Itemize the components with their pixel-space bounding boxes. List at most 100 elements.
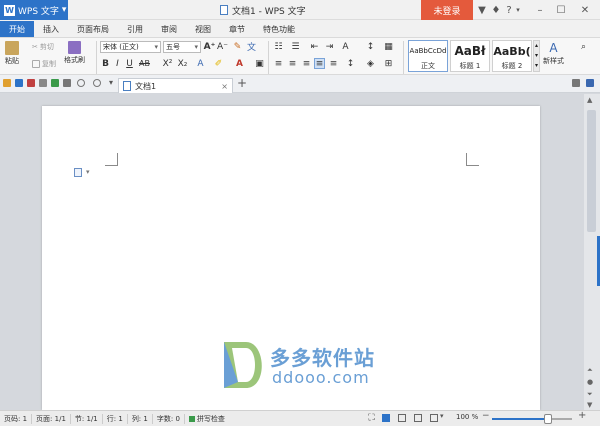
zoom-slider[interactable] [492, 414, 572, 424]
spellcheck-icon[interactable] [63, 79, 71, 87]
cut-button[interactable]: ✂ 剪切 [32, 42, 54, 52]
superscript-icon[interactable]: X² [162, 58, 173, 69]
zoom-out-icon[interactable]: − [482, 411, 490, 421]
shrink-font-icon[interactable]: A⁻ [217, 41, 228, 52]
status-pages[interactable]: 页面: 1/1 [32, 413, 71, 424]
reading-view-icon[interactable] [414, 414, 422, 422]
tab-insert[interactable]: 插入 [34, 21, 68, 37]
tab-home[interactable]: 开始 [0, 21, 34, 37]
tab-sections[interactable]: 章节 [220, 21, 254, 37]
justify-icon[interactable]: ≡ [314, 58, 325, 69]
increase-indent-icon[interactable]: ⇥ [324, 41, 335, 52]
style-heading-2[interactable]: AaBb( 标题 2 [492, 40, 532, 72]
align-center-icon[interactable]: ≡ [287, 58, 298, 69]
tab-features[interactable]: 特色功能 [254, 21, 304, 37]
save-icon[interactable] [15, 79, 23, 87]
open-icon[interactable] [3, 79, 11, 87]
show-marks-icon[interactable]: ▦ [383, 41, 394, 52]
shading-icon[interactable]: ◈ [365, 58, 376, 69]
underline-icon[interactable]: U [124, 58, 135, 69]
pdf-icon[interactable] [27, 79, 35, 87]
line-spacing-icon[interactable]: ↕ [345, 58, 356, 69]
paragraph-tag-chevron-icon[interactable]: ▾ [86, 168, 90, 176]
scroll-up-icon[interactable]: ▲ [587, 96, 592, 104]
scroll-down-icon[interactable]: ▼ [587, 401, 592, 409]
format-painter-label: 格式刷 [64, 56, 85, 64]
ribbon-collapse-icon[interactable] [572, 79, 580, 87]
char-border-icon[interactable]: ▣ [254, 58, 265, 69]
highlight-icon[interactable]: ✐ [213, 58, 224, 69]
style-heading-1[interactable]: AaBł 标题 1 [450, 40, 490, 72]
zoom-slider-knob[interactable] [544, 414, 552, 424]
tab-view[interactable]: 视图 [186, 21, 220, 37]
zoom-level[interactable]: 100 % [456, 413, 478, 421]
text-effect-icon[interactable]: A [195, 58, 206, 69]
scrollbar-thumb[interactable] [587, 110, 596, 232]
select-browse-icon[interactable]: ● [587, 378, 593, 386]
tab-review[interactable]: 审阅 [152, 21, 186, 37]
minimize-icon[interactable]: – [531, 0, 549, 20]
redo-icon[interactable] [93, 79, 101, 87]
undo-icon[interactable] [77, 79, 85, 87]
tab-page-layout[interactable]: 页面布局 [68, 21, 118, 37]
skin-icon[interactable]: ♦ [490, 0, 502, 20]
customize-toolbar-icon[interactable]: ▾ [109, 78, 113, 87]
find-replace-icon[interactable]: ⌕ [578, 41, 589, 52]
app-menu-button[interactable]: W WPS 文字 ▾ [0, 0, 68, 20]
number-list-icon[interactable]: ☰ [290, 41, 301, 52]
phonetic-icon[interactable]: 文 [246, 41, 257, 53]
format-painter-button[interactable]: 格式刷 [64, 41, 85, 65]
document-tab[interactable]: 文档1 × [118, 78, 233, 93]
prev-page-icon[interactable]: ⏶ [587, 366, 593, 375]
status-section[interactable]: 节: 1/1 [71, 413, 103, 424]
style-normal[interactable]: AaBbCcDd 正文 [408, 40, 448, 72]
strikethrough-icon[interactable]: AB [139, 58, 150, 69]
font-color-icon[interactable]: A [234, 58, 245, 69]
outline-view-icon[interactable] [398, 414, 406, 422]
spell-check-status[interactable]: 拼写检查 [185, 414, 229, 424]
help-menu-chevron-icon[interactable]: ▾ [514, 0, 522, 20]
close-icon[interactable]: ✕ [575, 0, 595, 20]
next-page-icon[interactable]: ⏷ [587, 390, 593, 399]
clear-format-icon[interactable]: ✎ [232, 41, 243, 52]
bullet-list-icon[interactable]: ☷ [273, 41, 284, 52]
web-view-icon[interactable] [430, 414, 438, 422]
login-button[interactable]: 未登录 [421, 0, 473, 20]
print-icon[interactable] [39, 79, 47, 87]
print-preview-icon[interactable] [51, 79, 59, 87]
tab-references[interactable]: 引用 [118, 21, 152, 37]
paragraph-tag-icon[interactable] [74, 168, 82, 177]
distributed-align-icon[interactable]: ≡ [328, 58, 339, 69]
status-row[interactable]: 行: 1 [103, 413, 128, 424]
style-preview: AaBb( [493, 44, 531, 58]
new-tab-button[interactable]: + [237, 76, 247, 90]
settings-icon[interactable] [586, 79, 594, 87]
align-right-icon[interactable]: ≡ [301, 58, 312, 69]
fit-page-icon[interactable]: ⛶ [366, 412, 377, 423]
status-words[interactable]: 字数: 0 [153, 413, 185, 424]
new-style-button[interactable]: A 新样式 [543, 41, 564, 66]
zoom-in-icon[interactable]: + [578, 410, 586, 421]
styles-scroll[interactable]: ▴ ▾ ▾ [533, 40, 540, 72]
align-left-icon[interactable]: ≡ [273, 58, 284, 69]
status-page[interactable]: 页码: 1 [0, 413, 33, 424]
document-page[interactable]: ▾ 多多软件站 ddooo.com [42, 106, 540, 410]
grow-font-icon[interactable]: A⁺ [204, 41, 216, 52]
subscript-icon[interactable]: X₂ [177, 58, 188, 69]
italic-icon[interactable]: I [112, 58, 123, 69]
close-tab-icon[interactable]: × [221, 82, 228, 91]
status-col[interactable]: 列: 1 [128, 413, 153, 424]
bold-icon[interactable]: B [100, 58, 111, 69]
page-view-icon[interactable] [382, 414, 390, 422]
text-direction-icon[interactable]: A [340, 41, 351, 52]
view-menu-chevron-icon[interactable]: ▾ [440, 412, 444, 420]
paste-button[interactable]: 粘贴 [5, 41, 19, 66]
borders-icon[interactable]: ⊞ [383, 58, 394, 69]
maximize-icon[interactable]: ☐ [552, 0, 570, 20]
decrease-indent-icon[interactable]: ⇤ [309, 41, 320, 52]
font-name-select[interactable]: 宋体 (正文) [100, 41, 161, 53]
sort-icon[interactable]: ↕ [365, 41, 376, 52]
font-size-select[interactable]: 五号 [163, 41, 201, 53]
copy-button[interactable]: 复制 [32, 59, 56, 69]
shirt-icon[interactable]: ▼ [476, 0, 488, 20]
